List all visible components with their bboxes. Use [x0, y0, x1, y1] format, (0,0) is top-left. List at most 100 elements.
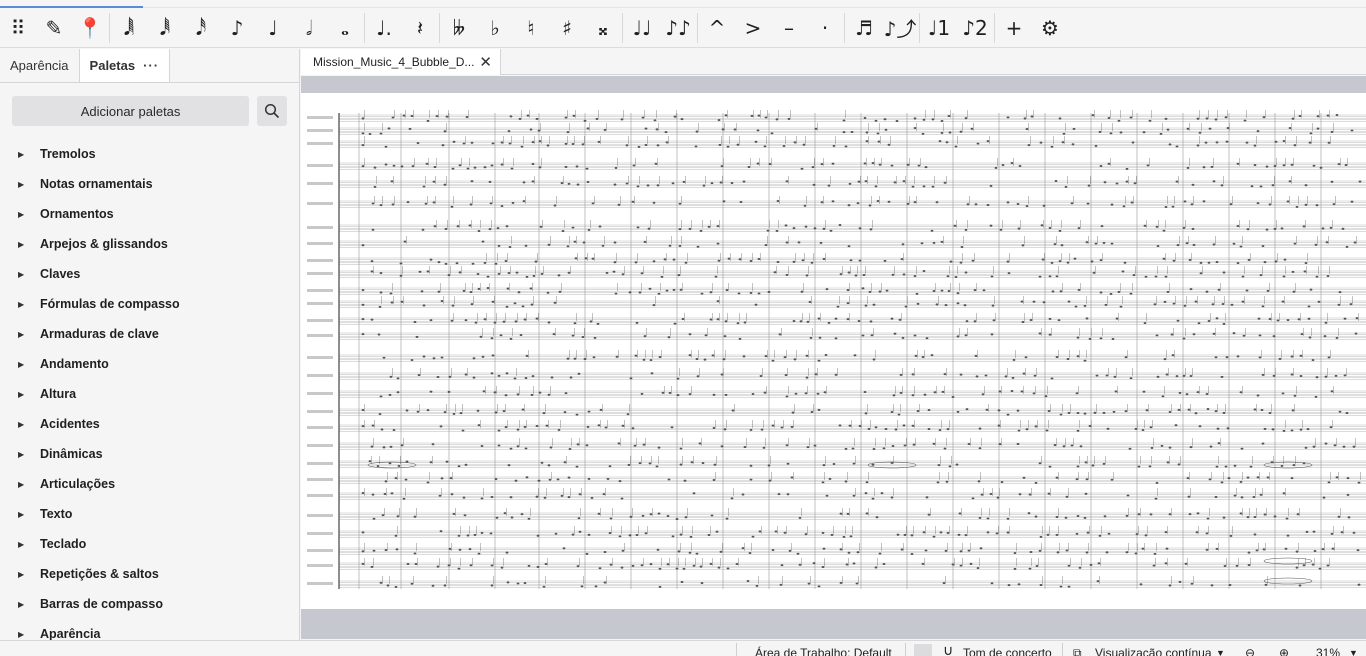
pencil-icon[interactable]: ✎ — [36, 10, 72, 46]
concert-pitch-checkbox[interactable] — [914, 644, 932, 656]
palette-item[interactable]: ▶ Repetições & saltos — [0, 559, 300, 589]
palette-item-label: Claves — [40, 267, 81, 281]
note-quarter-icon[interactable]: ♩ — [255, 10, 291, 46]
palette-item[interactable]: ▶ Fórmulas de compasso — [0, 289, 300, 319]
drag-handle-icon[interactable]: ⠿ — [0, 10, 36, 46]
more-options-icon[interactable]: ··· — [143, 58, 159, 73]
palette-item-label: Altura — [40, 387, 77, 401]
palette-item-label: Fórmulas de compasso — [40, 297, 180, 311]
score-tab[interactable]: Mission_Music_4_Bubble_D... ✕ — [301, 49, 501, 75]
palette-item-label: Texto — [40, 507, 73, 521]
palette-item-label: Teclado — [40, 537, 87, 551]
zoom-out-icon[interactable]: ⊖ — [1245, 646, 1255, 656]
add-palettes-row: Adicionar paletas — [12, 96, 287, 126]
concert-pitch-label[interactable]: Tom de concerto — [963, 646, 1052, 656]
expand-arrow-icon: ▶ — [18, 569, 25, 579]
expand-arrow-icon: ▶ — [18, 449, 25, 459]
search-button[interactable] — [257, 96, 287, 126]
natural-icon[interactable]: ♮ — [513, 10, 549, 46]
note-whole-icon[interactable]: 𝅝 — [327, 10, 363, 46]
palette-item[interactable]: ▶ Acidentes — [0, 409, 300, 439]
close-icon[interactable]: ✕ — [479, 53, 492, 71]
marcato-icon[interactable]: ^ — [699, 10, 735, 46]
toolbar-separator — [994, 12, 995, 43]
tab-palettes[interactable]: Paletas ··· — [78, 49, 171, 82]
concert-pitch-icon: ∪ — [943, 642, 954, 656]
status-separator — [1062, 643, 1063, 656]
note-16th-icon[interactable]: 𝅘𝅥𝅰 — [183, 10, 219, 46]
palette-item[interactable]: ▶ Armaduras de clave — [0, 319, 300, 349]
tenuto-icon[interactable]: – — [771, 10, 807, 46]
search-icon — [264, 103, 280, 119]
palette-item[interactable]: ▶ Tremolos — [0, 139, 300, 169]
tab-appearance[interactable]: Aparência — [0, 49, 79, 82]
expand-arrow-icon: ▶ — [18, 599, 25, 609]
score-canvas[interactable] — [301, 76, 1366, 639]
palette-item[interactable]: ▶ Ornamentos — [0, 199, 300, 229]
flat-icon[interactable]: ♭ — [477, 10, 513, 46]
score-tab-bar: Mission_Music_4_Bubble_D... ✕ — [301, 49, 1366, 75]
palette-item-label: Arpejos & glissandos — [40, 237, 168, 251]
palette-item-label: Aparência — [40, 627, 101, 641]
palette-item[interactable]: ▶ Andamento — [0, 349, 300, 379]
expand-arrow-icon: ▶ — [18, 629, 25, 639]
view-mode-selector[interactable]: Visualização contínua — [1095, 646, 1212, 656]
note-input-toolbar: ⠿ ✎ 📍 𝅘𝅥𝅲 𝅘𝅥𝅱 𝅘𝅥𝅰 ♪ ♩ 𝅗𝅥 𝅝 ♩. 𝄽 𝄫 ♭ ♮ ♯ 𝄪 ♩♩ ♪♪ ^ > – · ♬ ♪⤴ ♩1 ♪2… — [0, 8, 1366, 48]
expand-arrow-icon: ▶ — [18, 359, 25, 369]
augmentation-dot-icon[interactable]: ♩. — [366, 10, 402, 46]
zoom-in-icon[interactable]: ⊕ — [1279, 646, 1289, 656]
palette-item[interactable]: ▶ Texto — [0, 499, 300, 529]
zoom-level[interactable]: 31% — [1316, 646, 1340, 656]
add-icon[interactable]: + — [996, 10, 1032, 46]
toolbar-separator — [109, 12, 110, 43]
voice-2-icon[interactable]: ♪2 — [957, 10, 993, 46]
palette-item[interactable]: ▶ Dinâmicas — [0, 439, 300, 469]
accent-icon[interactable]: > — [735, 10, 771, 46]
note-half-icon[interactable]: 𝅗𝅥 — [291, 10, 327, 46]
score-page[interactable] — [301, 93, 1366, 609]
flip-direction-icon[interactable]: ♪⤴ — [882, 10, 918, 46]
note-64th-icon[interactable]: 𝅘𝅥𝅲 — [111, 10, 147, 46]
add-palettes-button[interactable]: Adicionar paletas — [12, 96, 250, 126]
double-flat-icon[interactable]: 𝄫 — [441, 10, 477, 46]
settings-icon[interactable]: ⚙ — [1032, 10, 1068, 46]
expand-arrow-icon: ▶ — [18, 209, 25, 219]
palette-item[interactable]: ▶ Altura — [0, 379, 300, 409]
palette-item[interactable]: ▶ Articulações — [0, 469, 300, 499]
voice-1-icon[interactable]: ♩1 — [921, 10, 957, 46]
palette-item-label: Armaduras de clave — [40, 327, 159, 341]
tie-icon[interactable]: ♩♩ — [624, 10, 660, 46]
rest-icon[interactable]: 𝄽 — [402, 10, 438, 46]
note-8th-icon[interactable]: ♪ — [219, 10, 255, 46]
palette-item-label: Repetições & saltos — [40, 567, 159, 581]
palette-item-label: Andamento — [40, 357, 109, 371]
toolbar-separator — [844, 12, 845, 43]
top-strip — [0, 0, 1366, 8]
expand-arrow-icon: ▶ — [18, 329, 25, 339]
palette-item[interactable]: ▶ Barras de compasso — [0, 589, 300, 619]
expand-arrow-icon: ▶ — [18, 509, 25, 519]
tuplet-icon[interactable]: ♬ — [846, 10, 882, 46]
score-notation — [307, 110, 1366, 589]
toolbar-separator — [919, 12, 920, 43]
palettes-panel: Aparência Paletas ··· Adicionar paletas … — [0, 49, 300, 641]
palette-item[interactable]: ▶ Teclado — [0, 529, 300, 559]
double-sharp-icon[interactable]: 𝄪 — [585, 10, 621, 46]
palette-item-label: Acidentes — [40, 417, 100, 431]
note-32nd-icon[interactable]: 𝅘𝅥𝅱 — [147, 10, 183, 46]
slur-icon[interactable]: ♪♪ — [660, 10, 696, 46]
expand-arrow-icon: ▶ — [18, 419, 25, 429]
input-mode-icon[interactable]: 📍 — [72, 10, 108, 46]
toolbar-separator — [364, 12, 365, 43]
toolbar-separator — [622, 12, 623, 43]
status-separator — [736, 643, 737, 656]
palette-item[interactable]: ▶ Notas ornamentais — [0, 169, 300, 199]
workspace-selector[interactable]: Área de Trabalho: Default — [755, 646, 892, 656]
sharp-icon[interactable]: ♯ — [549, 10, 585, 46]
staccato-icon[interactable]: · — [807, 10, 843, 46]
palette-item[interactable]: ▶ Claves — [0, 259, 300, 289]
chevron-down-icon[interactable]: ▼ — [1216, 648, 1225, 656]
toolbar-separator — [697, 12, 698, 43]
palette-item[interactable]: ▶ Arpejos & glissandos — [0, 229, 300, 259]
zoom-chevron-icon[interactable]: ▼ — [1349, 648, 1358, 656]
